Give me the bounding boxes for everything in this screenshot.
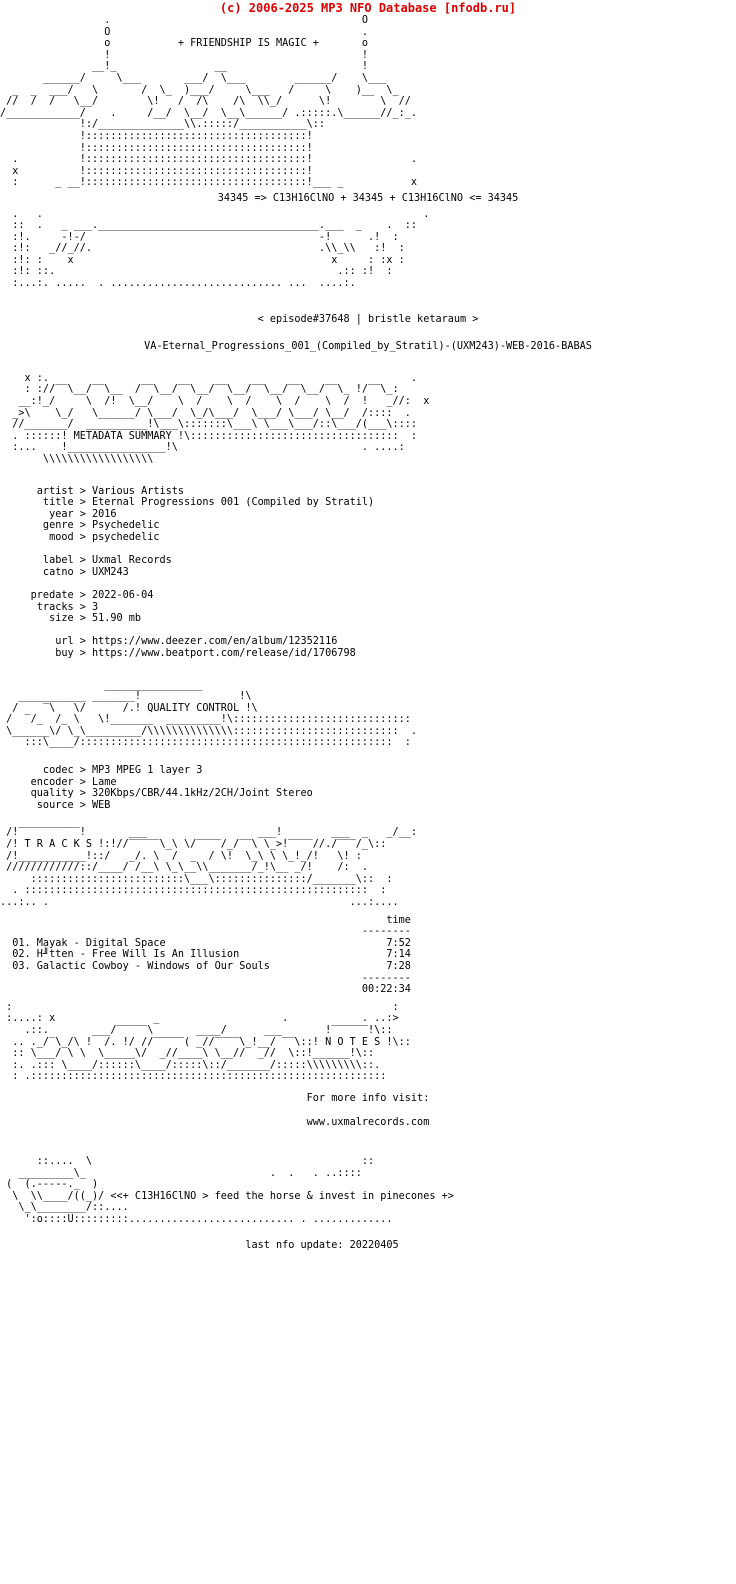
- bottom-ascii-banner: . . . :: . _ ___._______________________…: [12, 208, 430, 290]
- nfodb-copyright-header: (c) 2006-2025 MP3 NFO Database [nfodb.ru…: [219, 1, 517, 15]
- quality-fields: codec > MP3 MPEG 1 layer 3 encoder > Lam…: [30, 765, 313, 811]
- episode-line: < episode#37648 | bristle ketaraum >: [257, 313, 479, 325]
- quality-control-banner: ________________ ___________ _______! !\…: [6, 679, 418, 749]
- track-listing: time -------- 01. Mayak - Digital Space …: [12, 914, 411, 996]
- metadata-summary-banner: x :. . : ://‾‾\__/‾‾\__ /‾‾\__/‾‾\__/‾‾\…: [12, 372, 430, 465]
- website-link[interactable]: www.uxmalrecords.com: [0, 1117, 736, 1129]
- metadata-fields: artist > Various Artists title > Eternal…: [30, 485, 375, 659]
- nfo-page: (c) 2006-2025 MP3 NFO Database [nfodb.ru…: [0, 0, 736, 1251]
- release-name: VA-Eternal_Progressions_001_(Compiled_by…: [144, 341, 592, 353]
- top-ascii-banner: . O O . o + FRIENDSHIP IS MAGIC + o ! ! …: [0, 15, 418, 189]
- formula-line: 34345 => C13H16ClNO + 34345 + C13H16ClNO…: [217, 192, 519, 204]
- notes-banner: : : :....: x _ . . ..:> .::. ___/‾‾‾‾‾\ …: [6, 1001, 411, 1083]
- more-info-label: For more info visit:: [306, 1092, 430, 1104]
- last-nfo-update: last nfo update: 20220405: [0, 1239, 399, 1251]
- tracks-banner: /!‾‾‾‾‾‾‾‾‾‾! ___ ___! ___ _ _/__: /! T …: [0, 827, 418, 908]
- footer-ascii-art: ::.... \ :: _________\_ . . . ..:::: ( (…: [6, 1156, 454, 1226]
